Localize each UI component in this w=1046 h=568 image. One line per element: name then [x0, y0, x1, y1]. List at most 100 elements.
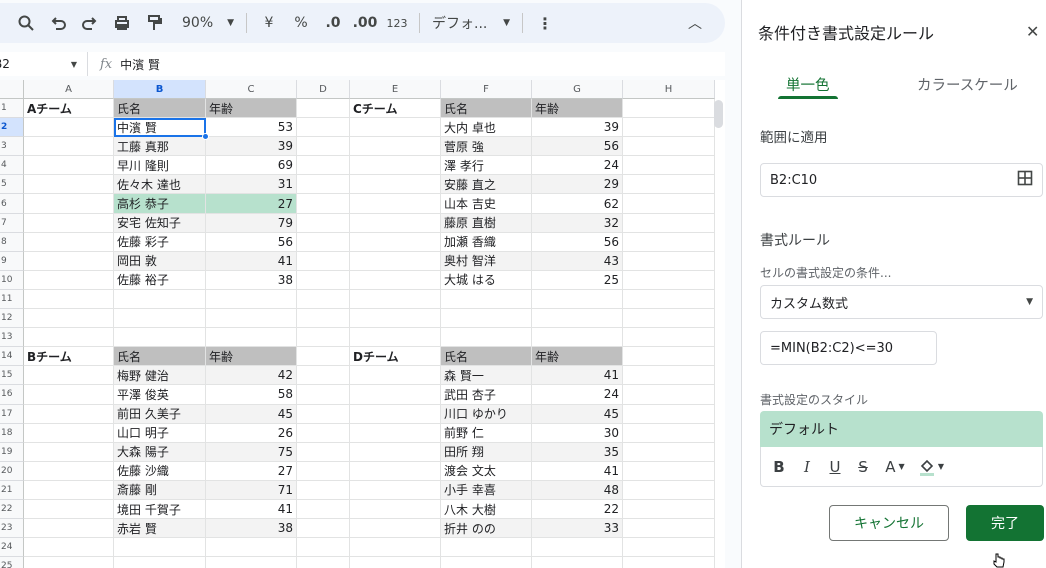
cell-b8[interactable]: 佐藤 彩子 — [114, 232, 206, 252]
cell-c8[interactable]: 56 — [206, 232, 297, 252]
row-header[interactable]: 17 — [0, 404, 24, 424]
cell-c11[interactable] — [206, 289, 297, 310]
cell-g5[interactable]: 29 — [532, 175, 623, 195]
cell-f9[interactable]: 奥村 智洋 — [441, 251, 532, 271]
cell-d24[interactable] — [297, 538, 350, 558]
fill-color-icon[interactable]: ▼ — [913, 453, 949, 481]
cell-h24[interactable] — [623, 538, 715, 558]
cell-f17[interactable]: 川口 ゆかり — [441, 404, 532, 424]
cell-d10[interactable] — [297, 270, 350, 290]
cell-h22[interactable] — [623, 499, 715, 520]
cell-d20[interactable] — [297, 461, 350, 481]
cell-g9[interactable]: 43 — [532, 251, 623, 271]
cell-g3[interactable]: 56 — [532, 137, 623, 157]
cell-b6[interactable]: 高杉 恭子 — [114, 194, 206, 214]
cell-b21[interactable]: 斎藤 剛 — [114, 480, 206, 500]
cell-h1[interactable] — [623, 99, 715, 119]
print-icon[interactable] — [106, 7, 138, 39]
cell-e9[interactable] — [350, 251, 441, 271]
cell-f13[interactable] — [441, 328, 532, 348]
cell-c19[interactable]: 75 — [206, 442, 297, 462]
cell-f7[interactable]: 藤原 直樹 — [441, 213, 532, 233]
cell-h15[interactable] — [623, 366, 715, 386]
cell-a13[interactable] — [24, 328, 114, 348]
cell-b15[interactable]: 梅野 健治 — [114, 366, 206, 386]
cell-g19[interactable]: 35 — [532, 442, 623, 462]
cell-a16[interactable] — [24, 385, 114, 405]
cell-h2[interactable] — [623, 118, 715, 138]
sheet-grid[interactable]: ABCDEFGH 1 Aチーム 氏名 年齢 Cチーム 氏名 年齢 2 中濱 賢 53 大内 卓也 39… — [0, 80, 725, 568]
cell-g17[interactable]: 45 — [532, 404, 623, 424]
cell-g25[interactable] — [532, 557, 623, 568]
cell-g8[interactable]: 56 — [532, 232, 623, 252]
cell-g24[interactable] — [532, 538, 623, 558]
cell-b19[interactable]: 大森 陽子 — [114, 442, 206, 462]
cell-c24[interactable] — [206, 538, 297, 558]
cell-h7[interactable] — [623, 213, 715, 233]
cell-h20[interactable] — [623, 461, 715, 481]
currency-format-button[interactable]: ¥ — [253, 7, 285, 39]
cell-c10[interactable]: 38 — [206, 270, 297, 290]
cell-c1[interactable]: 年齢 — [206, 99, 297, 119]
row-header[interactable]: 13 — [0, 328, 24, 348]
cell-a14[interactable]: Bチーム — [24, 347, 114, 367]
cell-d12[interactable] — [297, 309, 350, 329]
cell-d13[interactable] — [297, 328, 350, 348]
cell-a4[interactable] — [24, 156, 114, 176]
cell-g7[interactable]: 32 — [532, 213, 623, 233]
cell-h23[interactable] — [623, 519, 715, 539]
row-header[interactable]: 20 — [0, 461, 24, 481]
cell-f23[interactable]: 折井 のの — [441, 519, 532, 539]
cell-c3[interactable]: 39 — [206, 137, 297, 157]
cell-f10[interactable]: 大城 はる — [441, 270, 532, 290]
cell-c6[interactable]: 27 — [206, 194, 297, 214]
cell-e19[interactable] — [350, 442, 441, 462]
cell-a5[interactable] — [24, 175, 114, 195]
cell-a6[interactable] — [24, 194, 114, 214]
cell-g10[interactable]: 25 — [532, 270, 623, 290]
redo-icon[interactable] — [74, 7, 106, 39]
custom-formula-input[interactable]: =MIN(B2:C2)<=30 — [760, 331, 937, 365]
cell-h13[interactable] — [623, 328, 715, 348]
cell-f8[interactable]: 加瀬 香織 — [441, 232, 532, 252]
cell-b23[interactable]: 赤岩 賢 — [114, 519, 206, 539]
cell-a3[interactable] — [24, 137, 114, 157]
text-color-icon[interactable]: A ▼ — [877, 453, 913, 481]
cell-f11[interactable] — [441, 289, 532, 310]
cell-f25[interactable] — [441, 557, 532, 568]
cell-b10[interactable]: 佐藤 裕子 — [114, 270, 206, 290]
cell-d25[interactable] — [297, 557, 350, 568]
cell-b16[interactable]: 平澤 俊英 — [114, 385, 206, 405]
row-header[interactable]: 21 — [0, 480, 24, 500]
name-box[interactable]: B2 ▼ — [0, 52, 88, 76]
cell-d14[interactable] — [297, 347, 350, 367]
row-header[interactable]: 16 — [0, 385, 24, 405]
cell-b20[interactable]: 佐藤 沙織 — [114, 461, 206, 481]
cell-f21[interactable]: 小手 幸喜 — [441, 480, 532, 500]
cell-b7[interactable]: 安宅 佐知子 — [114, 213, 206, 233]
percent-format-button[interactable]: % — [285, 7, 317, 39]
cancel-button[interactable]: キャンセル — [829, 505, 949, 541]
italic-icon[interactable]: I — [793, 453, 821, 481]
cell-a7[interactable] — [24, 213, 114, 233]
row-header[interactable]: 10 — [0, 270, 24, 290]
cell-c4[interactable]: 69 — [206, 156, 297, 176]
cell-c7[interactable]: 79 — [206, 213, 297, 233]
cell-f6[interactable]: 山本 吉史 — [441, 194, 532, 214]
column-header-b[interactable]: B — [114, 80, 206, 99]
cell-e6[interactable] — [350, 194, 441, 214]
range-input[interactable]: B2:C10 — [760, 163, 1043, 197]
cell-e7[interactable] — [350, 213, 441, 233]
cell-b1[interactable]: 氏名 — [114, 99, 206, 119]
cell-b14[interactable]: 氏名 — [114, 347, 206, 367]
cell-e5[interactable] — [350, 175, 441, 195]
cell-a8[interactable] — [24, 232, 114, 252]
cell-e8[interactable] — [350, 232, 441, 252]
cell-g13[interactable] — [532, 328, 623, 348]
cell-d19[interactable] — [297, 442, 350, 462]
cell-h14[interactable] — [623, 347, 715, 367]
vertical-scrollbar[interactable] — [714, 100, 723, 128]
row-header[interactable]: 15 — [0, 366, 24, 386]
cell-a11[interactable] — [24, 289, 114, 310]
cell-f1[interactable]: 氏名 — [441, 99, 532, 119]
